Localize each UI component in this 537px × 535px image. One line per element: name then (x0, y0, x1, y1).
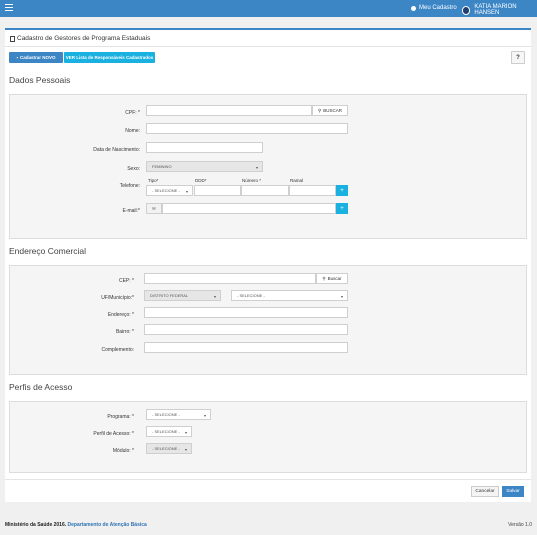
uf-label: UF/Município:* (101, 295, 134, 301)
top-navbar: Meu Cadastro KATIA MARION HANSEN (0, 0, 537, 17)
cpf-label: CPF: * (125, 110, 140, 116)
meu-cadastro-label: Meu Cadastro (419, 5, 457, 11)
dados-pessoais-fieldset: CPF: * ⚲ BUSCAR Nome: Data de Nascimento… (9, 94, 527, 239)
user-name: KATIA MARION HANSEN (474, 4, 517, 16)
add-telefone-button[interactable]: + (336, 185, 348, 196)
ddd-input[interactable] (194, 185, 241, 196)
modulo-value: - SELECIONE - (152, 446, 180, 451)
file-icon: ▪ (16, 55, 19, 60)
main-panel: Cadastro de Gestores de Programa Estadua… (5, 28, 531, 502)
programa-value: - SELECIONE - (152, 412, 180, 417)
municipio-value: - SELECIONE - (237, 293, 265, 298)
help-label: ? (516, 54, 520, 61)
meu-cadastro-link[interactable]: Meu Cadastro (411, 5, 457, 11)
avatar (462, 5, 471, 15)
ministry-text: Ministério da Saúde 2016. (5, 522, 67, 528)
uf-value: DISTRITO FEDERAL (150, 293, 189, 298)
plus-icon: + (340, 205, 344, 212)
cadastrar-novo-label: Cadastrar NOVO (20, 55, 56, 60)
ramal-input[interactable] (289, 185, 336, 196)
tipo-value: - SELECIONE - (152, 188, 180, 193)
cpf-buscar-button[interactable]: ⚲ BUSCAR (312, 105, 348, 116)
page-title-text: Cadastro de Gestores de Programa Estadua… (17, 35, 151, 42)
ddd-label: DDD* (195, 178, 207, 183)
numero-label: Número * (242, 178, 262, 183)
save-button[interactable]: Salvar (502, 486, 524, 497)
search-icon: ⚲ (322, 275, 326, 281)
add-email-button[interactable]: + (336, 203, 348, 214)
telefone-label: Telefone: (119, 183, 140, 189)
email-label: E-mail:* (122, 208, 140, 214)
save-label: Salvar (506, 489, 520, 494)
tipo-label: Tipo* (148, 178, 159, 183)
version-text: Versão 1.0 (508, 522, 532, 528)
chevron-down-icon: ▾ (213, 294, 216, 299)
modulo-label: Módulo: * (112, 448, 134, 454)
cpf-input[interactable] (146, 105, 312, 116)
nascimento-input[interactable] (146, 142, 263, 153)
chevron-down-icon: ▾ (255, 165, 258, 170)
tipo-select[interactable]: - SELECIONE - ▾ (146, 185, 193, 196)
user-menu[interactable]: KATIA MARION HANSEN (462, 4, 537, 16)
cep-input[interactable] (144, 273, 316, 284)
email-addon: ✉ (146, 203, 162, 214)
nome-input[interactable] (146, 123, 348, 134)
sexo-value: FEMININO (152, 164, 172, 169)
section-dados-pessoais: Dados Pessoais (9, 75, 71, 85)
complemento-label: Complemento: (101, 347, 134, 353)
envelope-icon: ✉ (152, 205, 156, 211)
footer: Ministério da Saúde 2016. Departamento d… (5, 522, 532, 528)
perfil-label: Perfil de Acesso: * (93, 431, 134, 437)
menu-icon[interactable] (5, 4, 13, 12)
divider (5, 479, 531, 480)
municipio-select[interactable]: - SELECIONE - ▾ (231, 290, 348, 301)
chevron-down-icon: ▾ (203, 413, 206, 418)
endereco-label: Endereço: * (107, 312, 134, 318)
cancel-button[interactable]: Cancelar (471, 486, 499, 497)
page-title: Cadastro de Gestores de Programa Estadua… (10, 35, 150, 42)
numero-input[interactable] (241, 185, 289, 196)
bairro-label: Bairro: * (115, 329, 134, 335)
perfil-value: - SELECIONE - (152, 429, 180, 434)
perfis-fieldset: Programa: * - SELECIONE - ▾ Perfil de Ac… (9, 401, 527, 473)
section-endereco: Endereço Comercial (9, 246, 87, 256)
ver-lista-label: VER Lista de Responsáveis Cadastrados (65, 55, 154, 60)
uf-select[interactable]: DISTRITO FEDERAL ▾ (144, 290, 221, 301)
cep-label: CEP: * (118, 278, 134, 284)
chevron-down-icon: ▾ (184, 430, 187, 435)
chevron-down-icon: ▾ (185, 189, 188, 194)
help-button[interactable]: ? (511, 51, 525, 64)
email-input[interactable] (162, 203, 336, 214)
complemento-input[interactable] (144, 342, 348, 353)
search-icon: ⚲ (317, 107, 322, 113)
cadastrar-novo-button[interactable]: ▪ Cadastrar NOVO (9, 52, 63, 63)
divider (5, 46, 531, 47)
sexo-label: Sexo: (127, 166, 140, 172)
programa-select[interactable]: - SELECIONE - ▾ (146, 409, 211, 420)
department-link[interactable]: Departamento de Atenção Básica (68, 522, 147, 528)
plus-icon: + (340, 187, 344, 194)
footer-credits: Ministério da Saúde 2016. Departamento d… (5, 522, 147, 528)
chevron-down-icon: ▾ (340, 294, 343, 299)
cancel-label: Cancelar (475, 489, 495, 494)
section-perfis: Perfis de Acesso (9, 382, 73, 392)
cep-buscar-button[interactable]: ⚲ Buscar (316, 273, 348, 284)
sexo-select[interactable]: FEMININO ▾ (146, 161, 263, 172)
cep-buscar-label: Buscar (327, 276, 342, 281)
programa-label: Programa: * (107, 414, 134, 420)
nascimento-label: Data de Nascimento: (93, 147, 140, 153)
document-icon (10, 35, 15, 42)
user-circle-icon (411, 5, 416, 11)
ver-lista-button[interactable]: VER Lista de Responsáveis Cadastrados (64, 52, 155, 63)
endereco-input[interactable] (144, 307, 348, 318)
perfil-select[interactable]: - SELECIONE - ▾ (146, 426, 192, 437)
bairro-input[interactable] (144, 324, 348, 335)
nome-label: Nome: (125, 128, 140, 134)
ramal-label: Ramal (290, 178, 304, 183)
endereco-fieldset: CEP: * ⚲ Buscar UF/Município:* DISTRITO … (9, 265, 527, 375)
modulo-select[interactable]: - SELECIONE - ▾ (146, 443, 192, 454)
chevron-down-icon: ▾ (184, 447, 187, 452)
cpf-buscar-label: BUSCAR (323, 108, 343, 113)
